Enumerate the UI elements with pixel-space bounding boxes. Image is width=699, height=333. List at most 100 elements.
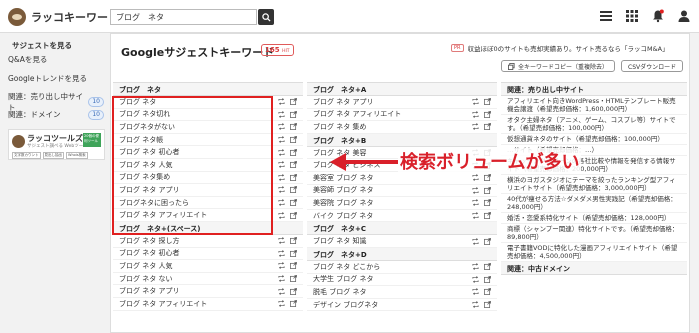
related-site-item[interactable]: 40代が痩せる方法☆ダメダメ男性実践記（希望売却価格：248,000円）: [501, 194, 687, 213]
keyword-row[interactable]: 美容院 ブログ ネタ: [307, 197, 497, 210]
external-link-icon[interactable]: [484, 275, 491, 283]
external-link-icon[interactable]: [290, 148, 297, 156]
external-link-icon[interactable]: [484, 199, 491, 207]
retweet-icon[interactable]: [472, 212, 479, 219]
keyword-row[interactable]: ブログ ネタ 探し方: [113, 235, 303, 248]
keyword-row[interactable]: 美容師 ブログ ネタ: [307, 185, 497, 198]
csv-download-button[interactable]: CSVダウンロード: [621, 60, 684, 72]
retweet-icon[interactable]: [472, 263, 479, 271]
keyword-row[interactable]: ブログ ネタ ない: [113, 273, 303, 286]
keyword-text[interactable]: ブログ ネタ アフィリエイト: [313, 109, 401, 119]
retweet-icon[interactable]: [278, 148, 285, 156]
external-link-icon[interactable]: [290, 186, 297, 194]
external-link-icon[interactable]: [290, 300, 297, 308]
copy-all-keywords-button[interactable]: 全キーワードコピー（重複除去）: [501, 60, 616, 72]
retweet-icon[interactable]: [472, 187, 479, 194]
retweet-icon[interactable]: [278, 237, 285, 245]
retweet-icon[interactable]: [472, 275, 479, 283]
retweet-icon[interactable]: [278, 98, 285, 106]
external-link-icon[interactable]: [290, 110, 297, 118]
search-input[interactable]: ブログ ネタ: [110, 9, 257, 25]
related-site-item[interactable]: 商標（シャンプー関連）特化サイトです。（希望売却価格：89,800円）: [501, 224, 687, 243]
keyword-text[interactable]: ブログ ネタ 集め: [313, 122, 366, 132]
related-site-item[interactable]: アフィリエイト向きWordPress・HTMLテンプレート販売機会譲渡（希望売却…: [501, 96, 687, 115]
keyword-text[interactable]: ブログ ネタ 知識: [313, 236, 366, 246]
keyword-text[interactable]: ブログ ネタ どこから: [313, 262, 380, 272]
keyword-row[interactable]: ブログ ネタ アフィリエイト: [307, 109, 497, 122]
keyword-row[interactable]: バイク ブログ ネタ: [307, 210, 497, 223]
retweet-icon[interactable]: [278, 287, 285, 295]
search-button[interactable]: [258, 9, 274, 25]
bell-icon[interactable]: [651, 9, 665, 23]
keyword-row[interactable]: ブログ ネタ 知識: [307, 235, 497, 248]
retweet-icon[interactable]: [278, 275, 285, 282]
keyword-row[interactable]: 脱毛 ブログ ネタ: [307, 286, 497, 299]
retweet-icon[interactable]: [472, 174, 479, 182]
related-site-item[interactable]: 仮想通貨ネタのサイト（希望売却価格：100,000円）: [501, 134, 687, 145]
retweet-icon[interactable]: [472, 288, 479, 296]
external-link-icon[interactable]: [290, 136, 297, 143]
keyword-text[interactable]: デザイン ブログネタ: [313, 300, 378, 310]
keyword-text[interactable]: 美容師 ブログ ネタ: [313, 185, 373, 195]
keyword-row[interactable]: デザイン ブログネタ: [307, 299, 497, 312]
retweet-icon[interactable]: [278, 300, 285, 308]
user-icon[interactable]: [677, 9, 691, 23]
external-link-icon[interactable]: [484, 186, 491, 194]
keyword-row[interactable]: ブログ ネタ アプリ: [307, 96, 497, 109]
retweet-icon[interactable]: [278, 249, 285, 257]
external-link-icon[interactable]: [290, 98, 297, 106]
external-link-icon[interactable]: [290, 211, 297, 219]
external-link-icon[interactable]: [484, 123, 491, 131]
related-site-item[interactable]: 電子書籍VODに特化した漫画アフィリエイトサイト（希望売却価格：4,500,00…: [501, 243, 687, 262]
keyword-row[interactable]: 大学生 ブログ ネタ: [307, 274, 497, 287]
retweet-icon[interactable]: [278, 161, 285, 169]
external-link-icon[interactable]: [290, 237, 297, 245]
site-logo[interactable]: ラッコキーワード: [8, 8, 119, 26]
external-link-icon[interactable]: [290, 173, 297, 181]
retweet-icon[interactable]: [278, 186, 285, 194]
keyword-text[interactable]: 美容室 ブログ ネタ: [313, 173, 373, 183]
sidebar-item-domains[interactable]: 関連：ドメイン 10: [8, 109, 104, 120]
external-link-icon[interactable]: [484, 110, 491, 118]
retweet-icon[interactable]: [278, 111, 285, 118]
external-link-icon[interactable]: [484, 263, 491, 271]
external-link-icon[interactable]: [290, 275, 297, 282]
external-link-icon[interactable]: [290, 161, 297, 169]
external-link-icon[interactable]: [484, 301, 491, 308]
external-link-icon[interactable]: [290, 287, 297, 295]
keyword-text[interactable]: ブログ ネタ アプリ: [119, 286, 179, 296]
related-site-item[interactable]: オタク主婦ネタ（アニメ、ゲーム、コスプレ等）サイトです。（希望売却価格：100,…: [501, 115, 687, 134]
external-link-icon[interactable]: [290, 123, 297, 131]
external-link-icon[interactable]: [484, 98, 491, 106]
keyword-text[interactable]: ブログ ネタ アプリ: [313, 97, 373, 107]
retweet-icon[interactable]: [472, 123, 479, 131]
sidebar-item-suggest[interactable]: サジェストを見る: [8, 40, 104, 51]
retweet-icon[interactable]: [472, 199, 479, 207]
keyword-row[interactable]: ブログ ネタ アプリ: [113, 285, 303, 298]
external-link-icon[interactable]: [484, 174, 491, 182]
retweet-icon[interactable]: [472, 98, 479, 106]
related-site-item[interactable]: 横浜のヨガスタジオにテーマを絞ったランキング型アフィリエイトサイト（希望売却価格…: [501, 175, 687, 194]
external-link-icon[interactable]: [290, 199, 297, 206]
keyword-row[interactable]: ブログ ネタ 初心者: [113, 248, 303, 261]
retweet-icon[interactable]: [278, 123, 285, 131]
retweet-icon[interactable]: [472, 301, 479, 308]
keyword-text[interactable]: 美容院 ブログ ネタ: [313, 198, 373, 208]
keyword-row[interactable]: ブログ ネタ どこから: [307, 261, 497, 274]
sidebar-item-qa[interactable]: Q&Aを見る: [8, 54, 104, 65]
keyword-text[interactable]: ブログ ネタ 人気: [119, 261, 172, 271]
retweet-icon[interactable]: [278, 262, 285, 270]
external-link-icon[interactable]: [484, 212, 491, 219]
retweet-icon[interactable]: [278, 136, 285, 143]
keyword-text[interactable]: ブログ ネタ アフィリエイト: [119, 299, 207, 309]
pr-banner[interactable]: PR 収益ほぼ0のサイトも売却実績あり。サイト売るなら「ラッコM&A」: [451, 43, 669, 53]
retweet-icon[interactable]: [472, 111, 479, 118]
keyword-row[interactable]: ブログ ネタ アフィリエイト: [113, 298, 303, 311]
apps-grid-icon[interactable]: [625, 9, 639, 23]
keyword-text[interactable]: 大学生 ブログ ネタ: [313, 274, 373, 284]
external-link-icon[interactable]: [290, 249, 297, 257]
retweet-icon[interactable]: [278, 199, 285, 206]
keyword-text[interactable]: ブログ ネタ ない: [119, 274, 172, 284]
keyword-row[interactable]: ブログ ネタ 集め: [307, 121, 497, 134]
retweet-icon[interactable]: [278, 211, 285, 219]
